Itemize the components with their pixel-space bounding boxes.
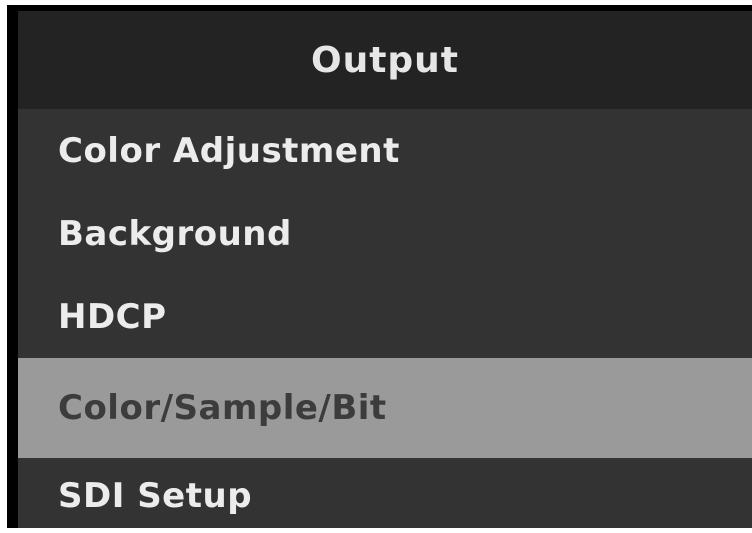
- menu-header: Output: [18, 11, 752, 109]
- menu-item-sdi-setup[interactable]: SDI Setup: [18, 458, 752, 533]
- menu-item-label: Color Adjustment: [58, 130, 400, 171]
- menu-list: Color Adjustment Background HDCP Color/S…: [18, 109, 752, 533]
- menu-item-label: Color/Sample/Bit: [58, 388, 387, 428]
- menu-item-hdcp[interactable]: HDCP: [18, 275, 752, 358]
- menu-item-background[interactable]: Background: [18, 192, 752, 275]
- menu-item-label: Background: [58, 213, 292, 254]
- osd-menu-panel: Output Color Adjustment Background HDCP …: [18, 11, 752, 528]
- menu-title: Output: [310, 39, 460, 81]
- menu-item-label: SDI Setup: [58, 475, 253, 516]
- menu-frame: Output Color Adjustment Background HDCP …: [7, 5, 752, 528]
- menu-item-color-adjustment[interactable]: Color Adjustment: [18, 109, 752, 192]
- menu-item-label: HDCP: [58, 296, 167, 337]
- menu-item-color-sample-bit[interactable]: Color/Sample/Bit: [18, 358, 752, 458]
